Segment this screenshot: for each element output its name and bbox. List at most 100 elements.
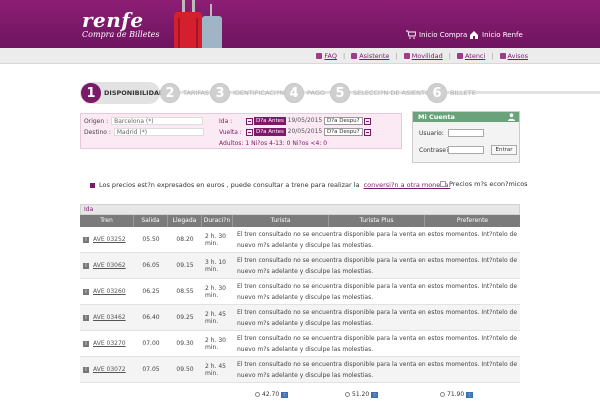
- step-number: 3: [210, 83, 230, 103]
- password-input[interactable]: [448, 146, 484, 154]
- step-number: 5: [330, 83, 350, 103]
- price-turista[interactable]: 42.70 ⓘ: [255, 391, 289, 398]
- info-icon[interactable]: i: [83, 366, 89, 373]
- destino-label: Destino :: [84, 128, 111, 136]
- movilidad-label: Movilidad: [411, 52, 443, 60]
- unavailable-message: El tren consultado no se encuentra dispo…: [237, 360, 518, 379]
- fare-tag-icon: ⓘ: [466, 391, 474, 398]
- trains-table: Ida Tren Salida Llegada Duraci?n Turista…: [80, 204, 520, 383]
- currency-note: Los precios est?n expresados en euros , …: [90, 181, 450, 189]
- col-tren: Tren: [80, 215, 134, 227]
- renfe-logo[interactable]: renfe Compra de Billetes: [82, 8, 160, 39]
- next-day-icon: [363, 128, 371, 136]
- separator: |: [491, 52, 494, 60]
- train-link[interactable]: AVE 03062: [93, 262, 126, 269]
- inicio-compra-label: Inicio Compra: [419, 30, 468, 39]
- train-cell: i AVE 03270: [80, 331, 134, 356]
- currency-note-text: Los precios est?n expresados en euros , …: [99, 181, 360, 189]
- duration: 2 h. 30 min.: [205, 232, 226, 247]
- avisos-link[interactable]: Avisos: [499, 52, 528, 60]
- col-preferente: Preferente: [456, 217, 489, 224]
- cheapest-prices-checkbox[interactable]: [440, 181, 446, 187]
- vuelta-date: 20/05/2015: [287, 128, 323, 135]
- faq-link[interactable]: FAQ: [316, 52, 337, 60]
- price-value: 42.70: [262, 391, 280, 398]
- col-salida: Salida: [134, 215, 168, 227]
- utility-links: FAQ | Asistente | Movilidad | Atenci | A…: [316, 52, 528, 60]
- price-turista-plus[interactable]: 51.20 ⓘ: [345, 391, 379, 398]
- step-label: SELECCI?N DE ASIENTO: [353, 89, 431, 97]
- vuelta-next-day-button[interactable]: D?a Despu?: [323, 128, 363, 136]
- login-box: Mi Cuenta Usuario: Contrase?: [412, 111, 520, 163]
- arrival-time: 08.20: [176, 236, 194, 243]
- step-number: 2: [160, 83, 180, 103]
- train-link[interactable]: AVE 03462: [93, 314, 126, 321]
- usuario-label: Usuario:: [419, 130, 444, 137]
- bullet-icon: [90, 182, 95, 188]
- step-tarifas: 2 TARIFAS: [160, 82, 209, 104]
- train-link[interactable]: AVE 03260: [93, 288, 126, 295]
- vuelta-label: Vuelta :: [219, 128, 242, 136]
- usuario-input[interactable]: [448, 129, 484, 137]
- arrival-time: 09.25: [176, 314, 194, 321]
- train-link[interactable]: AVE 03270: [93, 340, 126, 347]
- train-link[interactable]: AVE 03252: [93, 236, 126, 243]
- departure-time: 06.05: [142, 262, 160, 269]
- train-cell: i AVE 03252: [80, 227, 134, 252]
- step-seleccion-asiento: 5 SELECCI?N DE ASIENTO: [330, 82, 430, 104]
- table-row: i AVE 03260 06.25 08.55 2 h. 30 min. El t…: [80, 279, 520, 305]
- info-icon[interactable]: i: [83, 340, 89, 347]
- departure-time: 07.00: [142, 340, 160, 347]
- train-cell: i AVE 03072: [80, 357, 134, 382]
- brand-subtitle: Compra de Billetes: [82, 30, 160, 39]
- train-link[interactable]: AVE 03072: [93, 366, 126, 373]
- info-icon[interactable]: i: [83, 288, 89, 295]
- ida-next-day-button[interactable]: D?a Despu?: [323, 117, 363, 125]
- atencion-link[interactable]: Atenci: [456, 52, 485, 60]
- step-disponibilidad: 1 DISPONIBILIDAD: [81, 82, 164, 104]
- movilidad-link[interactable]: Movilidad: [403, 52, 443, 60]
- col-llegada: Llegada: [168, 215, 202, 227]
- ida-prev-day-button[interactable]: D?a Antes: [254, 117, 286, 125]
- step-label: IDENTIFICACI?N: [233, 89, 285, 97]
- step-identificacion: 3 IDENTIFICACI?N: [210, 82, 284, 104]
- unavailable-message: El tren consultado no se encuentra dispo…: [237, 308, 518, 327]
- price-radio[interactable]: [255, 392, 260, 397]
- support-icon: [456, 53, 463, 59]
- unavailable-message: El tren consultado no se encuentra dispo…: [237, 334, 518, 353]
- info-icon[interactable]: i: [83, 314, 89, 321]
- asistente-link[interactable]: Asistente: [351, 52, 389, 60]
- duration: 2 h. 30 min.: [205, 336, 226, 351]
- vuelta-prev-day-button[interactable]: D?a Antes: [254, 128, 286, 136]
- cheapest-prices-option[interactable]: Precios m?s econ?micos: [440, 180, 528, 188]
- table-row: i AVE 03062 06.05 09.15 3 h. 10 min. El t…: [80, 253, 520, 279]
- price-preferente[interactable]: 71.90 ⓘ: [440, 391, 474, 398]
- currency-conversion-link[interactable]: conversi?n a otra moneda.: [364, 181, 451, 189]
- assistant-icon: [351, 53, 358, 59]
- price-radio[interactable]: [345, 392, 350, 397]
- avisos-label: Avisos: [507, 52, 528, 60]
- entrar-button[interactable]: Entrar: [491, 145, 517, 155]
- col-turista: Turista: [233, 215, 329, 227]
- step-pago: 4 PAGO: [284, 82, 325, 104]
- home-icon: [470, 31, 478, 39]
- col-turista-plus: Turista Plus: [329, 215, 425, 227]
- destino-value: Madrid (*): [113, 128, 204, 136]
- arrival-time: 09.30: [176, 340, 194, 347]
- train-cell: i AVE 03462: [80, 305, 134, 330]
- train-cell: i AVE 03062: [80, 253, 134, 278]
- prev-day-icon: [246, 117, 253, 125]
- step-number: 1: [81, 83, 101, 103]
- inicio-renfe-link[interactable]: Inicio Renfe: [469, 30, 523, 39]
- duration: 2 h. 45 min.: [205, 310, 226, 325]
- info-icon[interactable]: i: [83, 236, 89, 243]
- step-number: 4: [284, 83, 304, 103]
- inicio-compra-link[interactable]: Inicio Compra: [406, 30, 467, 39]
- price-radio[interactable]: [440, 392, 445, 397]
- train-cell: i AVE 03260: [80, 279, 134, 304]
- ida-section-title: Ida: [80, 204, 520, 215]
- departure-time: 05.50: [142, 236, 160, 243]
- login-title: Mi Cuenta: [418, 113, 455, 121]
- progress-steps: 1 DISPONIBILIDAD 2 TARIFAS 3 IDENTIFICAC…: [80, 82, 600, 104]
- info-icon[interactable]: i: [83, 262, 89, 269]
